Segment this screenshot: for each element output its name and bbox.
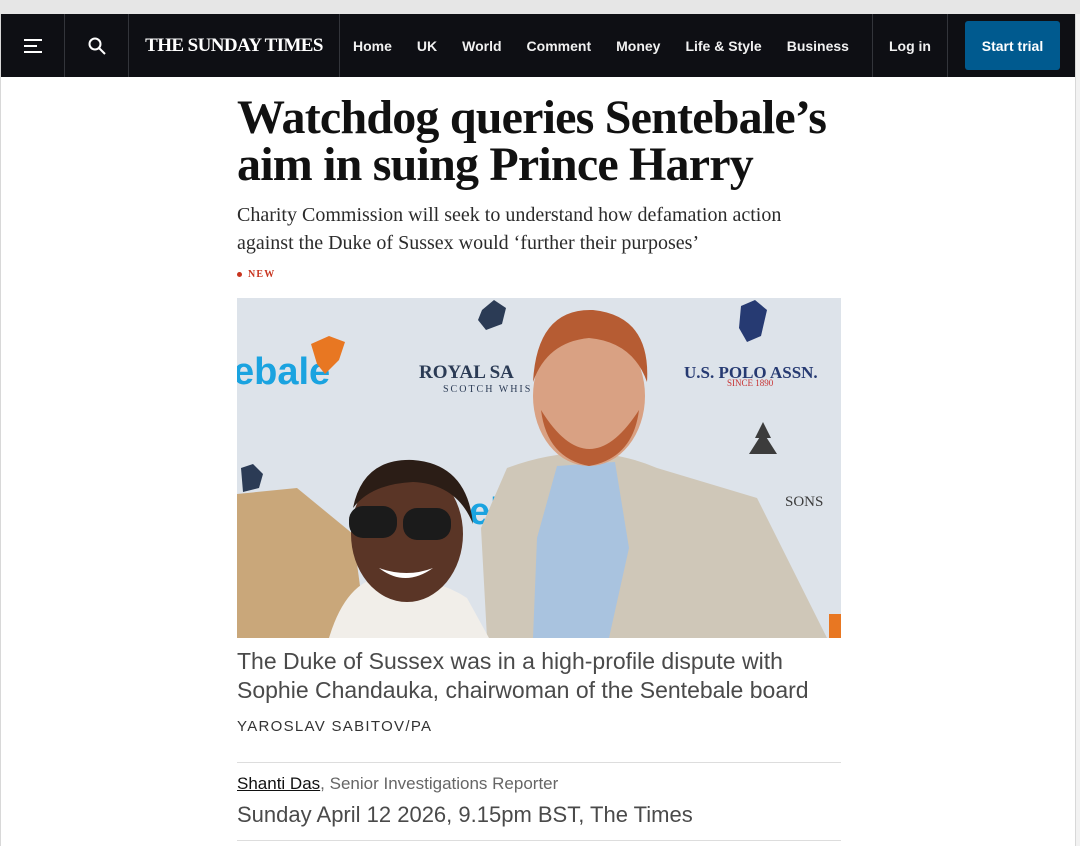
sponsor-royal-salute: ROYAL SA	[419, 362, 514, 383]
sponsor-sons: SONS	[785, 494, 823, 510]
new-label: NEW	[248, 268, 276, 280]
nav-link-business[interactable]: Business	[787, 38, 849, 54]
nav-link-home[interactable]: Home	[353, 38, 392, 54]
new-badge: NEW	[237, 268, 841, 280]
login-button[interactable]: Log in	[872, 14, 948, 77]
headline: Watchdog queries Sentebale’s aim in suin…	[237, 91, 827, 191]
article: Watchdog queries Sentebale’s aim in suin…	[237, 77, 841, 841]
hamburger-icon	[23, 38, 42, 53]
start-trial-button[interactable]: Start trial	[965, 21, 1060, 70]
logo-text: THE SUNDAY TIMES	[145, 34, 323, 56]
nav-link-money[interactable]: Money	[616, 38, 660, 54]
browser-top-strip	[0, 0, 1080, 14]
sunglasses-right	[403, 508, 451, 540]
author-link[interactable]: Shanti Das	[237, 774, 320, 793]
nav-link-comment[interactable]: Comment	[527, 38, 592, 54]
nav-link-uk[interactable]: UK	[417, 38, 437, 54]
masthead-logo[interactable]: THE SUNDAY TIMES	[129, 14, 340, 77]
search-icon	[88, 37, 106, 55]
menu-button[interactable]	[1, 14, 65, 77]
byline-divider-top	[237, 762, 841, 763]
author-role: , Senior Investigations Reporter	[320, 774, 559, 793]
site-header: THE SUNDAY TIMES Home UK World Comment M…	[1, 14, 1075, 77]
section-nav: Home UK World Comment Money Life & Style…	[340, 14, 872, 77]
page-frame: THE SUNDAY TIMES Home UK World Comment M…	[0, 14, 1076, 846]
start-trial-label: Start trial	[981, 37, 1044, 54]
standfirst: Charity Commission will seek to understa…	[237, 204, 782, 254]
nav-link-life-style[interactable]: Life & Style	[685, 38, 761, 54]
photo-illustration: ebale ROYAL SA SCOTCH WHIS U.S. POLO ASS…	[237, 298, 841, 638]
sponsor-royal-salute-sub: SCOTCH WHIS	[443, 384, 532, 395]
sponsor-us-polo-sub: SINCE 1890	[727, 378, 774, 388]
nav-link-world[interactable]: World	[462, 38, 501, 54]
new-dot-icon	[237, 271, 242, 277]
login-label: Log in	[889, 37, 931, 54]
corner-banner	[829, 614, 841, 638]
search-button[interactable]	[65, 14, 129, 77]
byline-divider-bottom	[237, 840, 841, 841]
photo-caption: The Duke of Sussex was in a high-profile…	[237, 648, 809, 703]
photo-credit: YAROSLAV SABITOV/PA	[237, 718, 433, 735]
sunglasses-left	[349, 506, 397, 538]
dateline: Sunday April 12 2026, 9.15pm BST, The Ti…	[237, 802, 693, 827]
byline: Shanti Das, Senior Investigations Report…	[237, 774, 558, 794]
lead-photo[interactable]: ebale ROYAL SA SCOTCH WHIS U.S. POLO ASS…	[237, 298, 841, 638]
